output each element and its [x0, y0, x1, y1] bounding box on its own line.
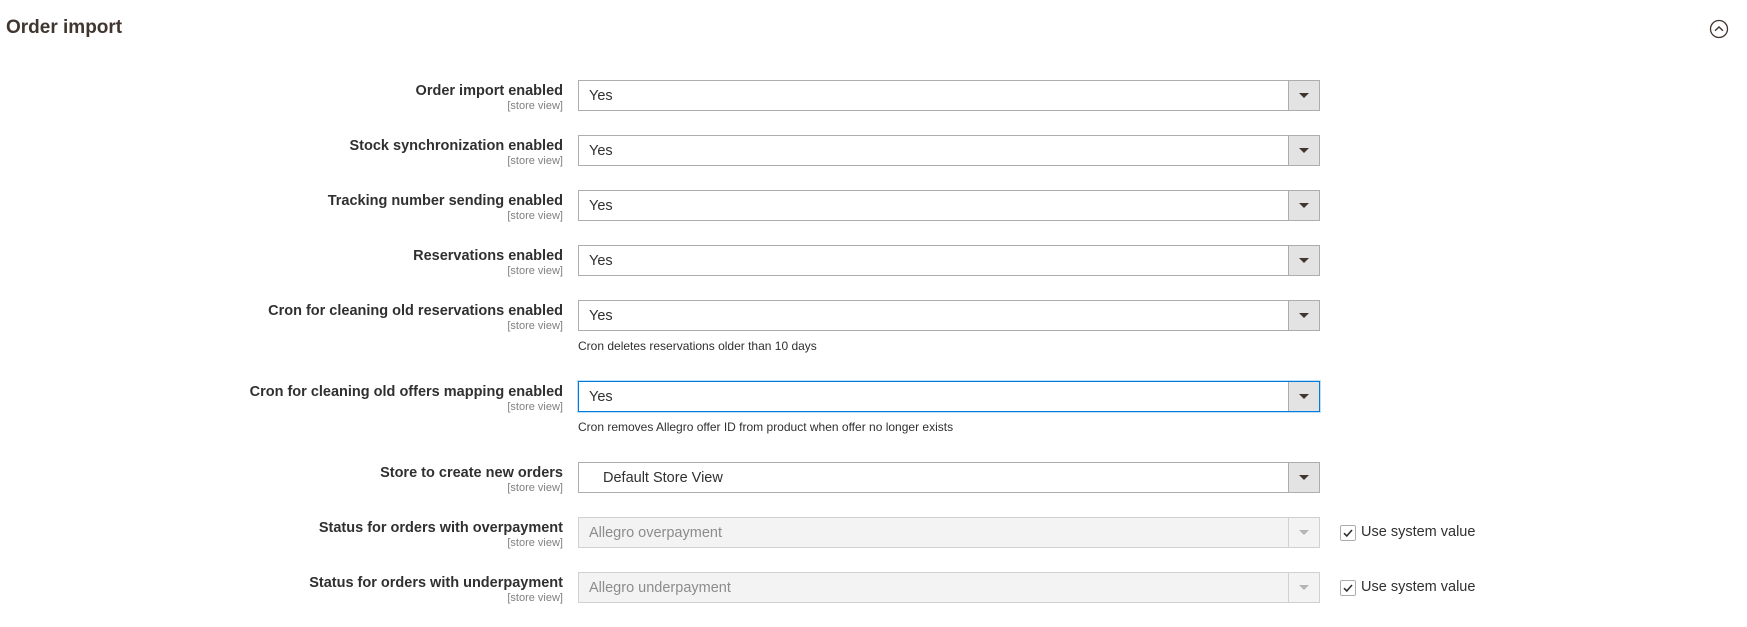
tracking-number-sending-enabled-select[interactable]: Yes	[578, 190, 1320, 221]
order-import-section: Order import Order import enabled [store…	[0, 0, 1747, 627]
dropdown-button	[1288, 518, 1319, 547]
field-label: Order import enabled [store view]	[416, 82, 563, 112]
select-value: Yes	[589, 308, 613, 324]
select-value: Allegro overpayment	[589, 525, 722, 541]
field-label-text: Tracking number sending enabled	[327, 193, 563, 209]
field-label: Reservations enabled [store view]	[413, 247, 563, 277]
stock-synchronization-enabled-select[interactable]: Yes	[578, 135, 1320, 166]
caret-down-icon	[1299, 148, 1309, 153]
cron-cleaning-reservations-select[interactable]: Yes	[578, 300, 1320, 331]
use-system-value-label: Use system value	[1361, 524, 1476, 540]
chevron-up-circle-icon[interactable]	[1709, 19, 1729, 39]
field-label-text: Status for orders with underpayment	[309, 575, 563, 591]
overpayment-status-select: Allegro overpayment	[578, 517, 1320, 548]
field-label-text: Store to create new orders	[380, 465, 563, 481]
scope-hint: [store view]	[507, 210, 563, 222]
field-label-text: Order import enabled	[415, 83, 563, 99]
scope-hint: [store view]	[507, 155, 563, 167]
reservations-enabled-select[interactable]: Yes	[578, 245, 1320, 276]
dropdown-button[interactable]	[1288, 136, 1319, 165]
field-label-text: Reservations enabled	[413, 248, 563, 264]
section-header[interactable]: Order import	[0, 0, 1747, 56]
scope-hint: [store view]	[507, 100, 563, 112]
section-title: Order import	[6, 17, 123, 38]
select-value: Yes	[589, 389, 613, 405]
caret-down-icon	[1299, 258, 1309, 263]
field-label: Store to create new orders [store view]	[380, 464, 563, 494]
dropdown-button[interactable]	[1288, 463, 1319, 492]
select-value: Default Store View	[603, 470, 723, 486]
dropdown-button[interactable]	[1288, 382, 1319, 411]
field-label: Stock synchronization enabled [store vie…	[349, 137, 563, 167]
caret-down-icon	[1299, 394, 1309, 399]
dropdown-button[interactable]	[1288, 81, 1319, 110]
select-value: Allegro underpayment	[589, 580, 731, 596]
field-label: Status for orders with overpayment [stor…	[319, 519, 563, 549]
select-value: Yes	[589, 253, 613, 269]
checkbox-checked-icon[interactable]	[1340, 525, 1356, 541]
scope-hint: [store view]	[507, 537, 563, 549]
field-label: Cron for cleaning old reservations enabl…	[268, 302, 563, 332]
dropdown-button[interactable]	[1288, 191, 1319, 220]
field-note: Cron deletes reservations older than 10 …	[578, 339, 817, 353]
caret-down-icon	[1299, 93, 1309, 98]
underpayment-status-select: Allegro underpayment	[578, 572, 1320, 603]
field-label-text: Cron for cleaning old reservations enabl…	[268, 303, 563, 319]
caret-down-icon	[1299, 475, 1309, 480]
dropdown-button[interactable]	[1288, 246, 1319, 275]
select-value: Yes	[589, 143, 613, 159]
scope-hint: [store view]	[507, 320, 563, 332]
field-note: Cron removes Allegro offer ID from produ…	[578, 420, 954, 434]
use-system-value-label: Use system value	[1361, 579, 1476, 595]
scope-hint: [store view]	[507, 592, 563, 604]
field-label-text: Cron for cleaning old offers mapping ena…	[249, 384, 563, 400]
cron-cleaning-offers-mapping-select[interactable]: Yes	[578, 381, 1320, 412]
caret-down-icon	[1299, 203, 1309, 208]
store-to-create-orders-select[interactable]: Default Store View	[578, 462, 1320, 493]
dropdown-button	[1288, 573, 1319, 602]
caret-down-icon	[1299, 313, 1309, 318]
dropdown-button[interactable]	[1288, 301, 1319, 330]
checkbox-checked-icon[interactable]	[1340, 580, 1356, 596]
field-label-text: Stock synchronization enabled	[349, 138, 563, 154]
caret-down-icon	[1299, 530, 1309, 535]
caret-down-icon	[1299, 585, 1309, 590]
order-import-enabled-select[interactable]: Yes	[578, 80, 1320, 111]
select-value: Yes	[589, 88, 613, 104]
scope-hint: [store view]	[507, 401, 563, 413]
field-label: Cron for cleaning old offers mapping ena…	[250, 383, 563, 413]
scope-hint: [store view]	[507, 265, 563, 277]
scope-hint: [store view]	[507, 482, 563, 494]
field-label: Tracking number sending enabled [store v…	[328, 192, 563, 222]
field-label: Status for orders with underpayment [sto…	[309, 574, 563, 604]
field-label-text: Status for orders with overpayment	[318, 520, 563, 536]
select-value: Yes	[589, 198, 613, 214]
